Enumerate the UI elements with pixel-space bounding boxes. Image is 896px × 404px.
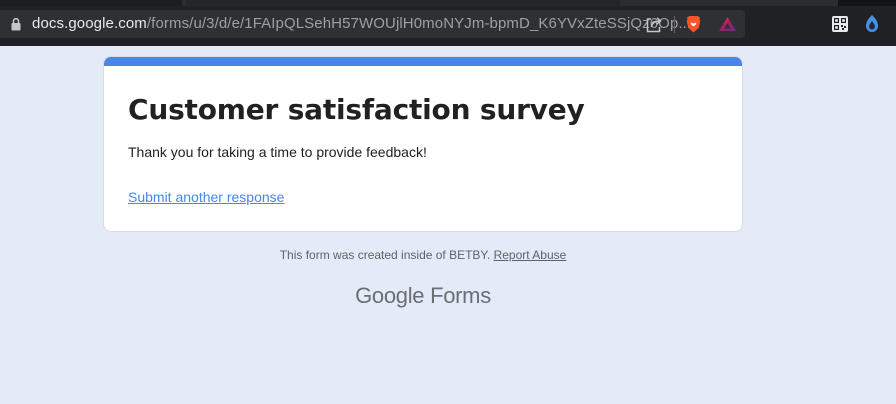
url-text[interactable]: docs.google.com/forms/u/3/d/e/1FAIpQLSeh… <box>32 16 691 32</box>
brave-rewards-icon[interactable] <box>718 16 737 32</box>
share-icon[interactable] <box>645 16 663 33</box>
confirmation-message: Thank you for taking a time to provide f… <box>128 144 427 160</box>
tab[interactable] <box>0 0 182 6</box>
tab-strip <box>0 0 896 6</box>
submit-another-response-link[interactable]: Submit another response <box>128 188 284 206</box>
report-abuse-link[interactable]: Report Abuse <box>494 248 567 262</box>
tab[interactable] <box>186 0 620 6</box>
brave-shields-icon[interactable] <box>685 15 702 34</box>
form-footer-note: This form was created inside of BETBY. R… <box>0 247 846 263</box>
lock-icon[interactable] <box>11 17 21 31</box>
created-inside-text: This form was created inside of BETBY. <box>279 248 491 262</box>
qr-code-icon[interactable] <box>832 16 848 32</box>
toolbar-divider <box>674 16 675 33</box>
address-bar[interactable]: docs.google.com/forms/u/3/d/e/1FAIpQLSeh… <box>0 10 745 38</box>
logo-google-text: Google <box>355 283 425 308</box>
url-path: /forms/u/3/d/e/1FAIpQLSehH57WOUjlH0moNYJ… <box>146 15 692 32</box>
form-accent-bar <box>104 57 742 66</box>
form-card: Customer satisfaction survey Thank you f… <box>103 56 743 232</box>
google-forms-logo[interactable]: Google Forms <box>0 282 846 310</box>
extension-icon[interactable] <box>864 14 880 34</box>
logo-forms-text: Forms <box>430 283 491 308</box>
tab[interactable] <box>838 0 896 6</box>
browser-toolbar: docs.google.com/forms/u/3/d/e/1FAIpQLSeh… <box>0 0 896 46</box>
form-title: Customer satisfaction survey <box>128 93 585 126</box>
url-host: docs.google.com <box>32 15 147 32</box>
